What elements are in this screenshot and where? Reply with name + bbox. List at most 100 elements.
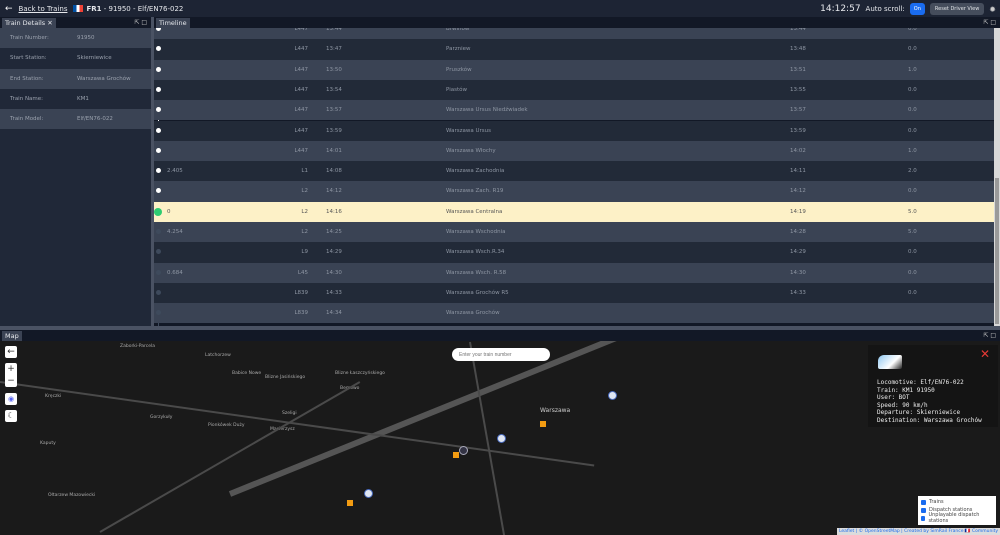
tab-train-details[interactable]: Train Details ✕ bbox=[2, 18, 56, 28]
checkbox-checked-icon[interactable] bbox=[921, 499, 926, 505]
maximize-icon[interactable]: □ bbox=[141, 19, 147, 26]
stop-dot-icon bbox=[156, 188, 161, 194]
detail-label: Train Model: bbox=[10, 116, 44, 123]
discord-icon[interactable]: ◉ bbox=[5, 393, 17, 405]
line-number: L9 bbox=[301, 249, 308, 256]
detail-row: Train Number: 91950 bbox=[0, 28, 151, 49]
popup-line: Train: KM1 91950 bbox=[877, 386, 935, 394]
stop-duration: 0.0 bbox=[908, 289, 917, 296]
arrival-time: 13:54 bbox=[326, 86, 342, 93]
timeline-row[interactable]: L447 14:01 Warszawa Włochy 14:02 1.0 bbox=[154, 140, 994, 162]
stop-dot-icon bbox=[154, 207, 162, 216]
timeline-scrollbar[interactable] bbox=[994, 28, 1000, 326]
stop-duration: 0.0 bbox=[908, 46, 917, 53]
arrival-time: 13:44 bbox=[326, 28, 342, 32]
timeline-row[interactable]: 0 L2 14:16 Warszawa Centralna 14:19 5.0 bbox=[154, 201, 994, 222]
departure-time: 14:19 bbox=[790, 208, 806, 215]
timeline-row[interactable]: L9 14:29 Warszawa Wsch.R.34 14:29 0.0 bbox=[154, 242, 994, 263]
station-name: Warszawa Wschodnia bbox=[446, 229, 506, 235]
back-to-trains-link[interactable]: Back to Trains bbox=[19, 5, 68, 13]
line-number: L1 bbox=[301, 168, 308, 175]
train-marker[interactable] bbox=[608, 391, 617, 400]
timeline-row[interactable]: 0.684 L45 14:30 Warszawa Wsch. R.58 14:3… bbox=[154, 262, 994, 283]
stop-duration: 0.0 bbox=[908, 86, 917, 93]
checkbox-checked-icon[interactable] bbox=[921, 515, 926, 521]
map[interactable]: Ołtarzew Mazowiecki Kaputy Macierzysz Pionk… bbox=[0, 341, 1000, 535]
map-place-label: Szeligi bbox=[282, 411, 297, 416]
station-name: Warszawa Zachodnia bbox=[446, 168, 505, 175]
detail-label: Start Station: bbox=[10, 55, 47, 62]
detail-value: KM1 bbox=[77, 96, 89, 103]
timeline-row[interactable]: L447 13:47 Parzniew 13:48 0.0 bbox=[154, 39, 994, 60]
back-map-button[interactable]: ← bbox=[5, 346, 17, 358]
popup-line: Departure: Skierniewice bbox=[877, 409, 961, 416]
timeline-row[interactable]: L447 13:54 Piastów 13:55 0.0 bbox=[154, 79, 994, 101]
stop-duration: 1.0 bbox=[908, 147, 917, 154]
auto-scroll-toggle[interactable]: On bbox=[909, 3, 925, 15]
settings-icon[interactable]: ✹ bbox=[989, 5, 996, 14]
tab-map[interactable]: Map bbox=[2, 331, 22, 341]
train-marker[interactable] bbox=[497, 434, 506, 443]
station-name: Warszawa Wsch.R.34 bbox=[446, 249, 505, 256]
timeline-row[interactable]: L447 13:50 Pruszków 13:51 1.0 bbox=[154, 59, 994, 80]
maximize-icon[interactable]: □ bbox=[990, 332, 996, 339]
popout-icon[interactable]: ⇱ bbox=[983, 332, 988, 339]
dispatch-station-icon[interactable] bbox=[347, 500, 353, 506]
train-search-input[interactable] bbox=[452, 348, 550, 361]
timeline-row[interactable]: 2.405 L1 14:08 Warszawa Zachodnia 14:11 … bbox=[154, 161, 994, 182]
train-marker[interactable] bbox=[364, 489, 373, 498]
map-place-label: Babice Nowe bbox=[232, 371, 262, 376]
stop-dot-icon bbox=[156, 127, 161, 133]
map-layer-legend: Trains Dispatch stations Unplayable dispat… bbox=[918, 496, 996, 525]
popout-icon[interactable]: ⇱ bbox=[983, 19, 988, 26]
timeline-row[interactable]: L447 13:59 Warszawa Ursus 13:59 0.0 bbox=[154, 120, 994, 141]
popup-line: Destination: Warszawa Grochów bbox=[877, 416, 982, 424]
zoom-in-button[interactable]: + bbox=[5, 363, 17, 375]
station-name: Warszawa Ursus Niedźwiadek bbox=[446, 107, 528, 114]
legend-item[interactable]: Trains bbox=[921, 498, 993, 506]
station-name: Warszawa Zach. R19 bbox=[446, 188, 504, 195]
unknown-train-marker[interactable] bbox=[459, 446, 468, 455]
departure-time: 14:30 bbox=[790, 269, 806, 276]
stop-duration: 2.0 bbox=[908, 168, 917, 175]
train-popup: ✕ Locomotive: Elf/EN76-022 Train: KM1 919… bbox=[868, 345, 998, 427]
departure-time: 14:02 bbox=[790, 147, 806, 154]
legend-item[interactable]: Unplayable dispatch stations bbox=[921, 512, 993, 524]
stop-duration: 5.0 bbox=[908, 229, 917, 235]
detail-label: Train Number: bbox=[10, 35, 49, 42]
close-popup-icon[interactable]: ✕ bbox=[980, 348, 990, 359]
map-place-label: Zaborki-Parcela bbox=[120, 344, 156, 349]
arrival-time: 14:16 bbox=[326, 208, 342, 215]
back-arrow-icon[interactable]: ← bbox=[5, 4, 13, 14]
map-place-label: Blizne Łaszczyńskiego bbox=[335, 371, 385, 376]
timeline-row[interactable]: L2 14:12 Warszawa Zach. R19 14:12 0.0 bbox=[154, 181, 994, 202]
popout-icon[interactable]: ⇱ bbox=[134, 19, 139, 26]
zoom-out-button[interactable]: − bbox=[5, 375, 17, 387]
france-flag-icon bbox=[73, 5, 84, 12]
reset-driver-view-button[interactable]: Reset Driver View bbox=[929, 3, 985, 15]
detail-value: Warszawa Grochów bbox=[77, 75, 131, 82]
dark-mode-icon[interactable]: ☾ bbox=[5, 410, 17, 422]
dispatch-station-icon[interactable] bbox=[453, 452, 459, 458]
line-number: L2 bbox=[301, 229, 308, 235]
stop-duration: 0.0 bbox=[908, 107, 917, 114]
timeline-row[interactable]: L447 13:57 Warszawa Ursus Niedźwiadek 13… bbox=[154, 100, 994, 121]
stop-dot-icon bbox=[156, 86, 161, 92]
tab-timeline[interactable]: Timeline bbox=[156, 18, 190, 28]
detail-row: End Station: Warszawa Grochów bbox=[0, 68, 151, 89]
departure-time: 14:12 bbox=[790, 188, 806, 195]
arrival-time: 14:25 bbox=[326, 229, 342, 235]
timeline-row[interactable]: 4.254 L2 14:25 Warszawa Wschodnia 14:28 … bbox=[154, 222, 994, 243]
stop-duration: 5.0 bbox=[908, 208, 917, 215]
line-number: L2 bbox=[301, 208, 308, 215]
maximize-icon[interactable]: □ bbox=[990, 19, 996, 26]
stop-dot-icon bbox=[156, 66, 161, 72]
checkbox-checked-icon[interactable] bbox=[921, 507, 926, 513]
stop-dot-icon bbox=[156, 229, 161, 234]
line-number: L839 bbox=[294, 310, 308, 317]
dispatch-station-icon[interactable] bbox=[540, 421, 546, 427]
timeline-row[interactable]: L839 14:33 Warszawa Grochów R5 14:33 0.0 bbox=[154, 282, 994, 304]
close-icon[interactable]: ✕ bbox=[47, 19, 52, 27]
timeline-row[interactable]: L839 14:34 Warszawa Grochów bbox=[154, 303, 994, 324]
timeline-row[interactable]: L447 13:44 Brwinów 13:44 0.0 bbox=[154, 28, 994, 40]
